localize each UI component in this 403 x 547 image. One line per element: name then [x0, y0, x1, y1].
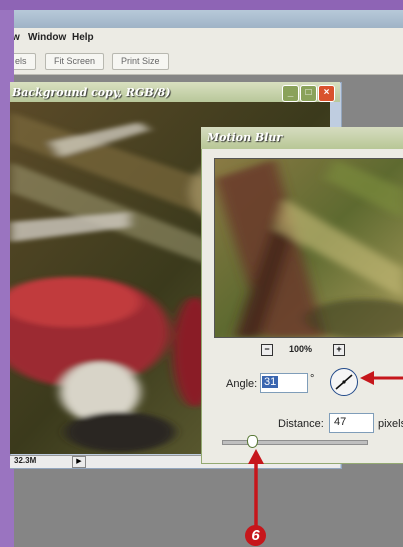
zoom-out-button[interactable]: − [261, 344, 273, 356]
blur-preview-image [215, 159, 403, 337]
app-title-bar [10, 10, 403, 28]
dialog-title: Motion Blur [207, 131, 283, 144]
angle-dial[interactable] [330, 368, 358, 396]
print-size-button[interactable]: Print Size [112, 53, 169, 70]
top-purple-band [0, 0, 403, 10]
menu-bar: w Window Help [10, 28, 403, 49]
step-number-badge: 6 [245, 525, 266, 546]
angle-unit: ° [310, 373, 315, 385]
distance-value[interactable]: 47 [334, 416, 346, 428]
status-menu-arrow-icon[interactable]: ▶ [72, 456, 86, 468]
minimize-icon[interactable]: _ [282, 85, 299, 102]
document-title: Background copy, RGB/8) [12, 86, 171, 99]
angle-label: Angle: [226, 378, 258, 390]
distance-slider-thumb[interactable] [246, 435, 258, 448]
angle-dial-needle-icon [335, 374, 353, 390]
document-size-readout: 32.3M [14, 456, 37, 465]
menu-help[interactable]: Help [72, 32, 94, 43]
distance-unit: pixels [378, 418, 403, 430]
angle-value[interactable]: 31 [262, 376, 279, 388]
close-icon[interactable]: × [318, 85, 335, 102]
maximize-icon[interactable]: □ [300, 85, 317, 102]
zoom-in-button[interactable]: + [333, 344, 345, 356]
distance-label: Distance: [278, 418, 324, 430]
fit-screen-button[interactable]: Fit Screen [45, 53, 105, 70]
options-toolbar: els Fit Screen Print Size [6, 48, 403, 75]
distance-slider-track[interactable] [222, 440, 368, 445]
menu-window[interactable]: Window [28, 32, 66, 43]
zoom-level: 100% [289, 344, 313, 354]
blur-preview[interactable] [214, 158, 403, 338]
